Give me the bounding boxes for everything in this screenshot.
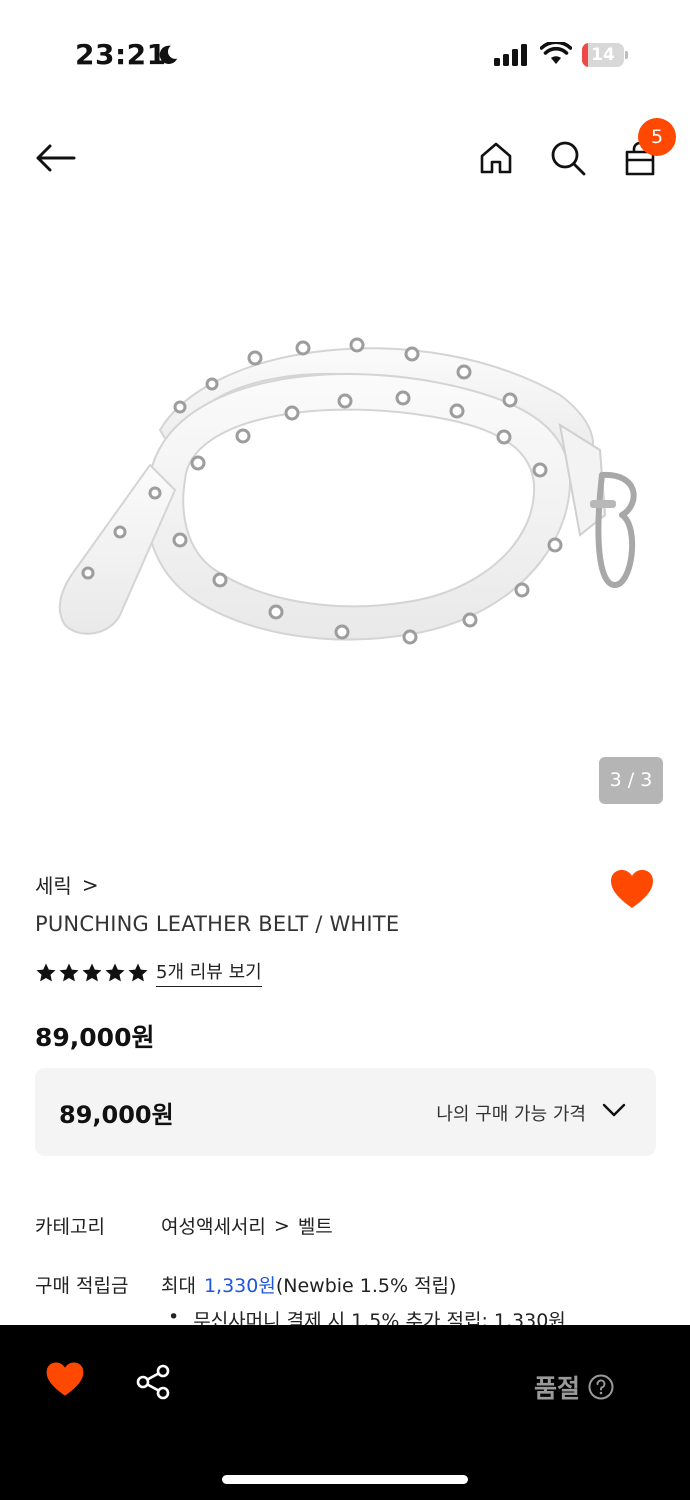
my-price-value: 89,000원 bbox=[59, 1101, 174, 1129]
rating-row: 5개 리뷰 보기 bbox=[35, 958, 262, 987]
chevron-right-icon: > bbox=[273, 1214, 290, 1237]
star-icon bbox=[36, 963, 56, 981]
cellular-signal-icon bbox=[494, 44, 527, 66]
star-icon bbox=[105, 963, 125, 981]
product-image[interactable] bbox=[0, 215, 690, 835]
status-bar: 23:21 14 bbox=[0, 0, 690, 110]
star-icon bbox=[128, 963, 148, 981]
heart-icon[interactable] bbox=[44, 1359, 86, 1401]
category-child-link[interactable]: 벨트 bbox=[298, 1212, 333, 1239]
top-nav: 5 bbox=[0, 110, 690, 210]
points-value: 최대 1,330원 (Newbie 1.5% 적립) bbox=[161, 1271, 456, 1298]
category-path: 여성액세서리 > 벨트 bbox=[161, 1212, 333, 1239]
back-button[interactable] bbox=[30, 136, 80, 180]
chevron-right-icon: > bbox=[81, 872, 99, 897]
help-icon[interactable] bbox=[588, 1374, 614, 1400]
home-indicator bbox=[222, 1475, 468, 1484]
my-price-dropdown[interactable]: 89,000원 나의 구매 가능 가격 bbox=[35, 1068, 656, 1156]
cart-count-badge: 5 bbox=[638, 118, 676, 156]
product-price: 89,000원 bbox=[35, 1023, 155, 1052]
review-link[interactable]: 5개 리뷰 보기 bbox=[156, 958, 262, 987]
search-icon bbox=[551, 141, 586, 176]
brand-link[interactable]: 세릭 > bbox=[35, 870, 99, 899]
points-amount[interactable]: 1,330원 bbox=[204, 1271, 276, 1298]
chevron-down-icon bbox=[602, 1103, 626, 1117]
moon-icon bbox=[159, 45, 178, 64]
belt-image bbox=[58, 337, 637, 645]
wifi-icon bbox=[540, 42, 572, 64]
bottom-action-bar: 품절 bbox=[0, 1325, 690, 1500]
product-title: PUNCHING LEATHER BELT / WHITE bbox=[35, 912, 400, 936]
brand-name: 세릭 bbox=[35, 874, 72, 898]
my-price-label: 나의 구매 가능 가격 bbox=[436, 1104, 586, 1125]
points-label: 구매 적립금 bbox=[35, 1275, 129, 1297]
category-row: 카테고리 여성액세서리 > 벨트 bbox=[35, 1212, 333, 1239]
arrow-left-icon bbox=[36, 144, 76, 172]
soldout-button[interactable]: 품절 bbox=[534, 1369, 614, 1405]
home-icon bbox=[480, 142, 512, 174]
battery-percent: 14 bbox=[591, 45, 615, 65]
heart-icon[interactable] bbox=[608, 866, 656, 914]
points-row: 구매 적립금 최대 1,330원 (Newbie 1.5% 적립) bbox=[35, 1271, 456, 1298]
search-button[interactable] bbox=[546, 136, 590, 180]
share-icon[interactable] bbox=[134, 1363, 172, 1401]
points-prefix: 최대 bbox=[161, 1275, 196, 1297]
status-time: 23:21 bbox=[75, 38, 167, 71]
star-icon bbox=[82, 963, 102, 981]
battery-indicator: 14 bbox=[582, 43, 628, 67]
star-icon bbox=[59, 963, 79, 981]
home-button[interactable] bbox=[474, 136, 518, 180]
category-parent-link[interactable]: 여성액세서리 bbox=[161, 1212, 266, 1239]
soldout-label: 품절 bbox=[534, 1374, 581, 1403]
points-suffix: (Newbie 1.5% 적립) bbox=[275, 1275, 457, 1297]
rating-stars bbox=[35, 962, 149, 984]
image-counter: 3 / 3 bbox=[599, 757, 663, 804]
category-label: 카테고리 bbox=[35, 1216, 105, 1238]
